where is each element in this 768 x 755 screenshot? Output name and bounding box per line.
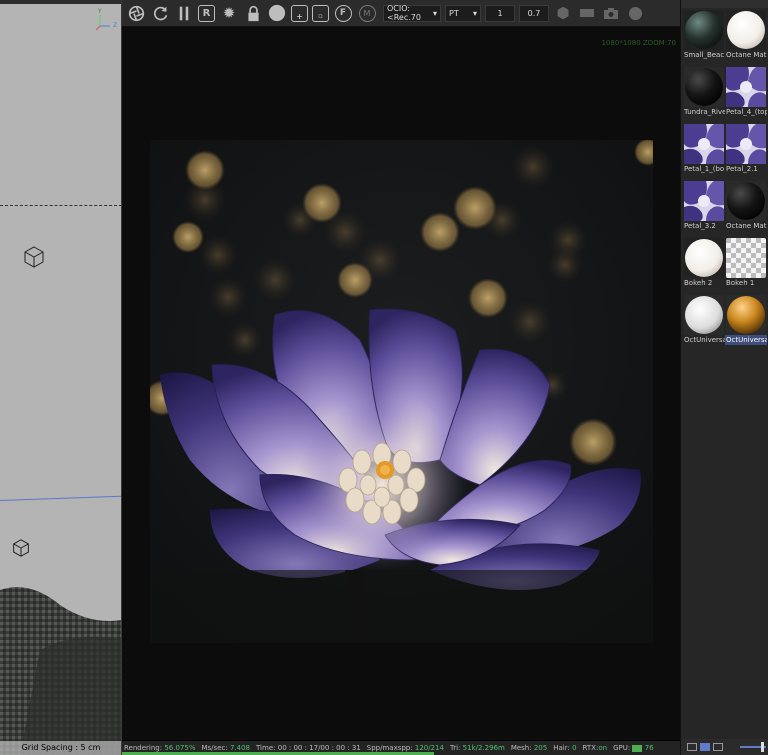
- grid-spacing-label: Grid Spacing : 5 cm: [0, 741, 121, 755]
- refresh-icon[interactable]: [150, 3, 170, 23]
- material-thumbnail: [684, 10, 724, 50]
- material-item[interactable]: Bokeh 1: [725, 238, 767, 288]
- material-label: Bokeh 2: [684, 279, 713, 287]
- material-label: Petal_3.2: [684, 222, 716, 230]
- material-thumbnail: [726, 295, 766, 335]
- chevron-down-icon: ▾: [472, 8, 477, 18]
- m-icon[interactable]: M: [357, 3, 377, 23]
- rendering-percent: 56.075%: [164, 744, 196, 752]
- region-render-button[interactable]: R: [198, 4, 215, 22]
- add-icon: +: [296, 11, 303, 21]
- resolution-label: 1080*1080 ZOOM:70: [601, 39, 676, 47]
- value-field-2[interactable]: 0.7: [519, 4, 549, 22]
- tri-value: 51k/2.296m: [462, 744, 505, 752]
- thumbnail-size-slider[interactable]: [740, 742, 766, 752]
- material-thumbnail: [684, 295, 724, 335]
- mssec-value: 7.408: [229, 744, 250, 752]
- live-viewer[interactable]: 1080*1080 ZOOM:70: [122, 27, 680, 740]
- material-label: Octane Mat: [726, 222, 767, 230]
- hexagon-icon[interactable]: ⬢: [553, 3, 573, 23]
- material-thumbnail: [726, 10, 766, 50]
- viewport-top-bar: [0, 0, 121, 4]
- material-item[interactable]: OctUniversa: [725, 295, 767, 345]
- material-label: OctUniversa: [684, 336, 725, 344]
- material-thumbnail: [684, 124, 724, 164]
- material-label: Petal_2.1: [726, 165, 758, 173]
- material-thumbnail: [726, 238, 766, 278]
- material-panel-header: [681, 0, 768, 8]
- material-item[interactable]: Petal_4_(top: [725, 67, 767, 117]
- material-thumbnail: [726, 67, 766, 107]
- large-view-icon[interactable]: [713, 743, 723, 751]
- material-label: Octane Mat: [726, 51, 767, 59]
- selection-edge-line: [0, 495, 121, 501]
- material-item[interactable]: Bokeh 2: [683, 238, 725, 288]
- chevron-down-icon: ▾: [432, 8, 437, 18]
- octane-toolbar: R ✹ + ▫ F M OCIO:<Rec.70 ▾ PT ▾ 1 0.7 ⬢: [122, 0, 680, 27]
- gpu-value: 76: [644, 744, 654, 752]
- material-label: Tundra_Rive: [684, 108, 725, 116]
- circle-icon[interactable]: [625, 3, 645, 23]
- flower-render: [150, 140, 653, 643]
- kernel-select[interactable]: PT ▾: [445, 4, 481, 22]
- add-object-button[interactable]: +: [291, 4, 308, 22]
- material-thumbnail: [726, 124, 766, 164]
- hair-value: 0: [572, 744, 577, 752]
- null-object-icon[interactable]: [23, 245, 45, 269]
- material-item[interactable]: Octane Mat: [725, 10, 767, 60]
- material-label: Small_Beac: [684, 51, 725, 59]
- pause-icon[interactable]: [174, 3, 194, 23]
- material-grid: Small_Beac Octane Mat Tundra_Rive Petal_4_(…: [683, 10, 767, 345]
- grid-view-icon[interactable]: [700, 743, 710, 751]
- material-thumbnail: [684, 67, 724, 107]
- material-item[interactable]: Petal_3.2: [683, 181, 725, 231]
- gpu-bar: [632, 744, 643, 752]
- gear-icon[interactable]: ✹: [219, 3, 239, 23]
- mesh-value: 205: [533, 744, 548, 752]
- material-panel-footer: [681, 739, 768, 755]
- material-item[interactable]: Octane Mat: [725, 181, 767, 231]
- material-item[interactable]: OctUniversa: [683, 295, 725, 345]
- material-thumbnail: [684, 238, 724, 278]
- ocio-select[interactable]: OCIO:<Rec.70 ▾: [383, 4, 441, 22]
- film-icon[interactable]: [577, 3, 597, 23]
- material-item[interactable]: Petal_1_(bo: [683, 124, 725, 174]
- camera-add-icon: ▫: [318, 12, 323, 20]
- material-label: Petal_1_(bo: [684, 165, 725, 173]
- value-field-1[interactable]: 1: [485, 4, 515, 22]
- material-label: OctUniversa: [725, 335, 767, 345]
- 3d-viewport[interactable]: Y Z Grid Spacing : 5 cm: [0, 0, 122, 755]
- add-camera-button[interactable]: ▫: [312, 4, 329, 22]
- rtx-value: on: [598, 744, 608, 752]
- f-icon[interactable]: F: [333, 3, 353, 23]
- null-object-icon[interactable]: [12, 538, 30, 558]
- time-value: 00 : 00 : 17/00 : 00 : 31: [277, 744, 361, 752]
- render-image: [150, 140, 653, 643]
- material-item[interactable]: Small_Beac: [683, 10, 725, 60]
- material-item[interactable]: Petal_2.1: [725, 124, 767, 174]
- material-item[interactable]: Tundra_Rive: [683, 67, 725, 117]
- sphere-icon[interactable]: [267, 3, 287, 23]
- aperture-icon[interactable]: [126, 3, 146, 23]
- material-thumbnail: [684, 181, 724, 221]
- axis-label-z: Z: [113, 22, 118, 29]
- material-thumbnail: [726, 181, 766, 221]
- terrain-mesh[interactable]: [0, 580, 122, 755]
- material-manager: Small_Beac Octane Mat Tundra_Rive Petal_4_(…: [680, 0, 768, 755]
- camera-icon[interactable]: [601, 3, 621, 23]
- horizon-dashed-line: [0, 205, 121, 206]
- spp-value: 120/214: [414, 744, 444, 752]
- list-view-icon[interactable]: [687, 743, 697, 751]
- material-label: Petal_4_(top: [726, 108, 767, 116]
- material-label: Bokeh 1: [726, 279, 755, 287]
- lock-icon[interactable]: [243, 3, 263, 23]
- axis-label-y: Y: [98, 8, 102, 15]
